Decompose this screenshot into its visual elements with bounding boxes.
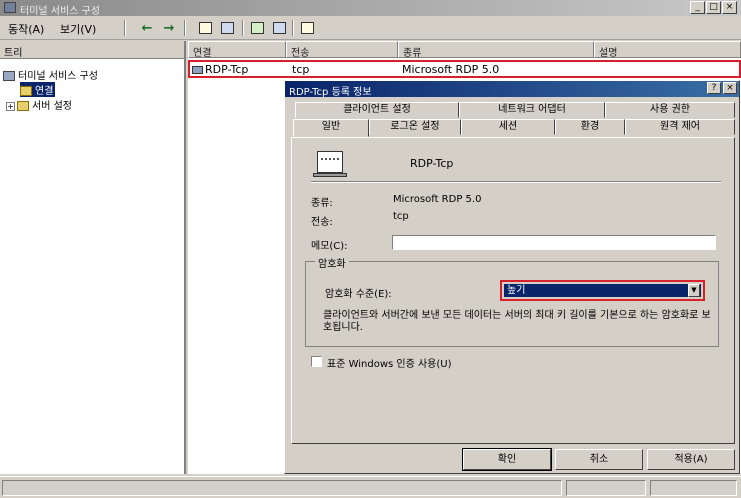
status-cell-main — [2, 480, 562, 496]
tree-item-server-settings[interactable]: + 서버 설정 — [6, 97, 72, 112]
dialog-help-button[interactable]: ? — [707, 82, 721, 94]
column-header-transport[interactable]: 전송 — [286, 41, 398, 59]
transport-value: tcp — [393, 211, 409, 222]
export-list-button[interactable] — [270, 19, 288, 37]
back-button[interactable]: ← — [138, 19, 156, 37]
maximize-button[interactable]: □ — [706, 1, 721, 14]
computer-icon — [3, 71, 15, 81]
export-list-icon — [272, 22, 286, 34]
window-title-bar: 터미널 서비스 구성 _ □ × — [0, 0, 741, 17]
transport-label: 전송: — [311, 217, 333, 228]
encryption-level-value: 높기 — [507, 285, 526, 296]
app-icon — [4, 2, 16, 13]
row-type: Microsoft RDP 5.0 — [402, 63, 500, 76]
folder-icon — [20, 86, 32, 96]
status-bar — [0, 476, 741, 498]
cancel-button[interactable]: 취소 — [555, 449, 643, 470]
tree-item-label: 서버 설정 — [32, 101, 72, 112]
minimize-button[interactable]: _ — [690, 1, 705, 14]
windows-auth-checkbox[interactable] — [311, 356, 322, 367]
row-name-cell: RDP-Tcp — [192, 63, 248, 76]
windows-auth-label[interactable]: 표준 Windows 인증 사용(U) — [327, 355, 452, 370]
folder-up-icon — [198, 22, 212, 34]
tab-general[interactable]: 일반 — [293, 119, 369, 137]
show-tree-button[interactable] — [218, 19, 236, 37]
encryption-level-label: 암호화 수준(E): — [325, 289, 392, 300]
toolbar-separator — [242, 20, 244, 36]
row-transport: tcp — [292, 63, 310, 76]
tree-toggle-icon — [220, 22, 234, 34]
menu-action[interactable]: 동작(A) — [8, 21, 44, 37]
apply-button[interactable]: 적용(A) — [647, 449, 735, 470]
folder-icon — [17, 101, 29, 111]
table-row[interactable]: RDP-Tcp tcp Microsoft RDP 5.0 — [188, 60, 741, 78]
network-connection-icon — [317, 151, 343, 173]
tab-sessions[interactable]: 세션 — [461, 119, 555, 135]
back-arrow-icon: ← — [141, 20, 153, 36]
encryption-groupbox — [305, 261, 719, 347]
tab-client-settings[interactable]: 클라이언트 설정 — [295, 102, 459, 118]
dialog-title: RDP-Tcp 등록 정보 — [289, 87, 372, 98]
tree-item-connections[interactable]: 연결 — [20, 82, 56, 97]
column-header-connection[interactable]: 연결 — [188, 41, 286, 59]
tree-pane: 트리 터미널 서비스 구성 연결 + 서버 설정 — [0, 41, 186, 474]
encryption-level-highlight: 높기 ▼ — [500, 280, 705, 301]
ok-button[interactable]: 확인 — [462, 448, 552, 471]
close-button[interactable]: × — [722, 1, 737, 14]
comment-field[interactable] — [392, 235, 716, 250]
divider — [311, 181, 721, 183]
toolbar-separator — [184, 20, 186, 36]
network-connection-icon — [192, 66, 203, 74]
properties-icon — [250, 22, 264, 34]
tree-item-label: 연결 — [35, 86, 54, 97]
connection-name: RDP-Tcp — [410, 157, 454, 170]
encryption-level-select[interactable]: 높기 ▼ — [504, 284, 701, 297]
network-connection-icon-base — [313, 173, 347, 177]
tab-network-adapter[interactable]: 네트워크 어댑터 — [459, 102, 605, 118]
up-level-button[interactable] — [196, 19, 214, 37]
dialog-title-bar: RDP-Tcp 등록 정보 ? × — [285, 81, 739, 98]
help-button[interactable] — [298, 19, 316, 37]
row-name: RDP-Tcp — [205, 63, 249, 76]
expand-icon[interactable]: + — [6, 101, 15, 111]
tab-logon-settings[interactable]: 로그온 설정 — [369, 119, 461, 135]
status-cell — [650, 480, 737, 496]
column-header-type[interactable]: 종류 — [398, 41, 594, 59]
type-value: Microsoft RDP 5.0 — [393, 194, 482, 205]
status-cell — [566, 480, 646, 496]
tab-remote-control[interactable]: 원격 제어 — [625, 119, 735, 135]
window-controls: _ □ × — [690, 1, 737, 14]
tab-environment[interactable]: 환경 — [555, 119, 625, 135]
rdp-properties-dialog: RDP-Tcp 등록 정보 ? × 클라이언트 설정 네트워크 어댑터 사용 권… — [284, 80, 740, 474]
dialog-close-button[interactable]: × — [723, 82, 737, 94]
tree-header: 트리 — [0, 41, 184, 59]
column-header-description[interactable]: 설명 — [594, 41, 741, 59]
tree-root-label: 터미널 서비스 구성 — [18, 71, 98, 82]
properties-button[interactable] — [248, 19, 266, 37]
chevron-down-icon[interactable]: ▼ — [688, 284, 700, 297]
menu-toolbar: 동작(A) 보기(V) ← → — [0, 16, 741, 40]
window-title: 터미널 서비스 구성 — [20, 6, 100, 17]
toolbar-separator — [292, 20, 294, 36]
help-book-icon — [300, 22, 314, 34]
tab-permissions[interactable]: 사용 권한 — [605, 102, 735, 118]
type-label: 종류: — [311, 198, 333, 209]
toolbar-separator — [124, 20, 126, 36]
tree-root[interactable]: 터미널 서비스 구성 — [3, 67, 98, 82]
encryption-description: 클라이언트와 서버간에 보낸 모든 데이터는 서버의 최대 키 길이를 기본으로… — [323, 310, 711, 333]
menu-view[interactable]: 보기(V) — [60, 21, 96, 37]
forward-button[interactable]: → — [160, 19, 178, 37]
encryption-group-title: 암호화 — [315, 255, 349, 270]
forward-arrow-icon: → — [163, 20, 175, 36]
comment-label: 메모(C): — [311, 241, 348, 252]
